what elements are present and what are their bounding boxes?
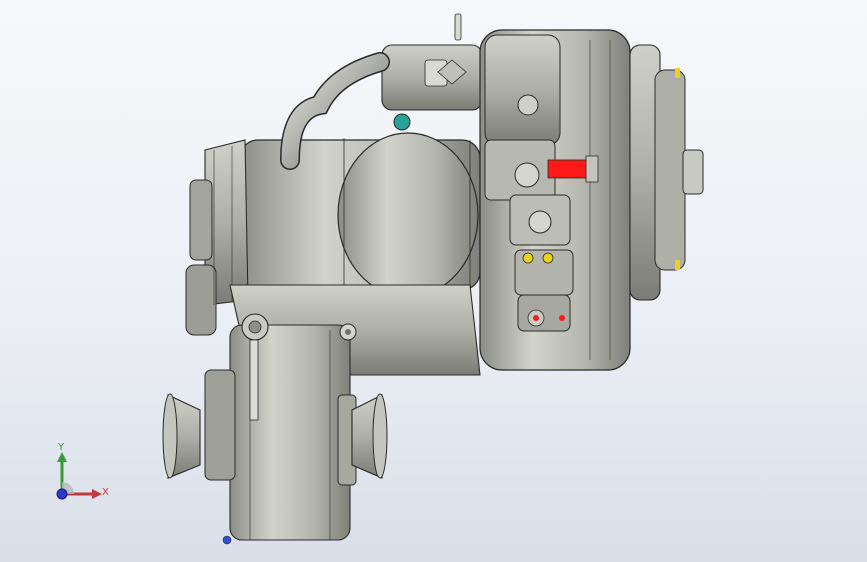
flange-marker-bottom [675, 260, 680, 270]
right-output-flange[interactable] [351, 393, 388, 479]
triad-y-label: Y [58, 442, 65, 453]
highlighted-part[interactable] [547, 159, 589, 179]
connector-fitting[interactable] [585, 155, 599, 183]
shaft-end[interactable] [682, 149, 704, 195]
triad-x-arrow [92, 489, 102, 499]
triad-y-arrow [57, 452, 67, 462]
graphics-viewport[interactable]: Y X [0, 0, 867, 562]
housing-plug[interactable] [339, 323, 357, 341]
teal-fitting[interactable] [393, 113, 411, 131]
drain-bolt[interactable] [222, 535, 232, 545]
flange-marker-top [675, 68, 680, 78]
triad-x-label: X [102, 487, 109, 498]
hydraulic-pump[interactable] [381, 13, 483, 111]
view-orientation-triad[interactable]: Y X [40, 438, 120, 508]
triad-z-axis [56, 488, 68, 500]
main-housing[interactable] [239, 132, 481, 298]
left-output-flange[interactable] [162, 393, 201, 479]
sub-pump[interactable] [514, 249, 574, 332]
transmission-assembly-model[interactable] [0, 0, 867, 562]
